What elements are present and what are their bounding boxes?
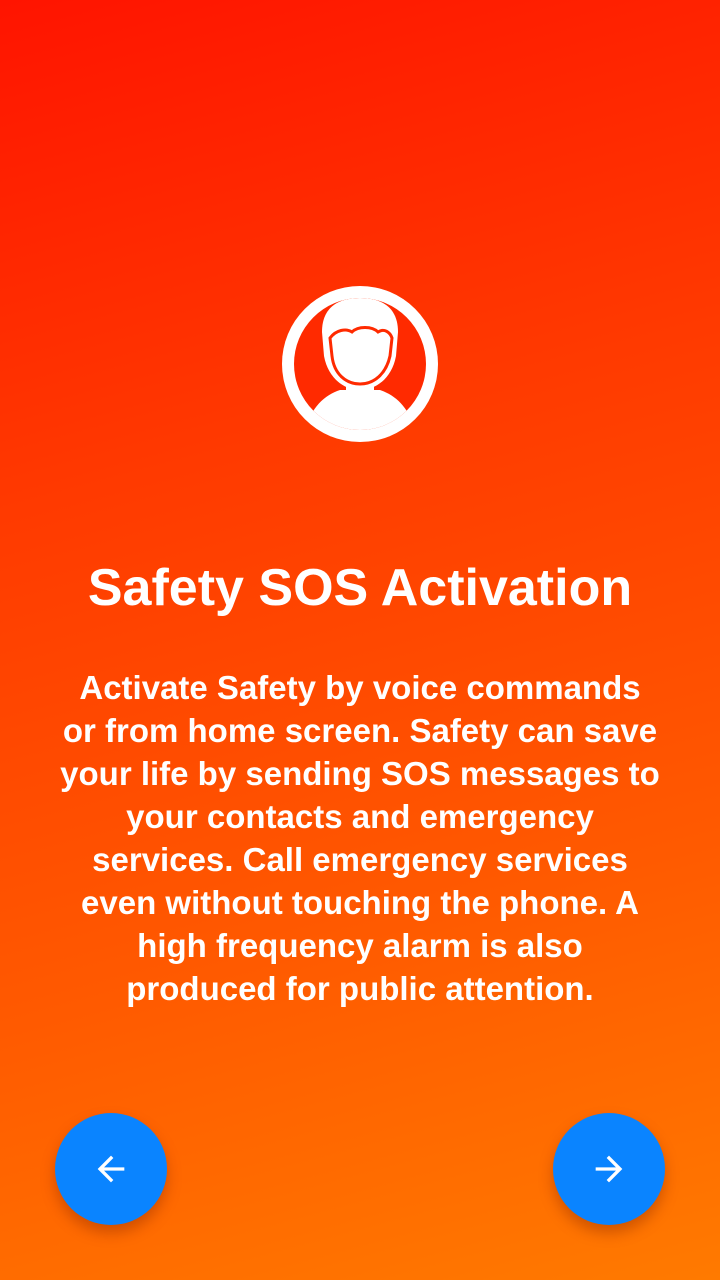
previous-button[interactable] (55, 1113, 167, 1225)
page-title: Safety SOS Activation (87, 559, 633, 617)
next-button[interactable] (553, 1113, 665, 1225)
feature-description: Activate Safety by voice commands or fro… (60, 669, 660, 1007)
arrow-left-icon (97, 1155, 125, 1183)
user-avatar-icon (282, 286, 438, 442)
arrow-right-icon (595, 1155, 623, 1183)
onboarding-screen: Safety SOS Activation Activate Safety by… (0, 0, 720, 1280)
